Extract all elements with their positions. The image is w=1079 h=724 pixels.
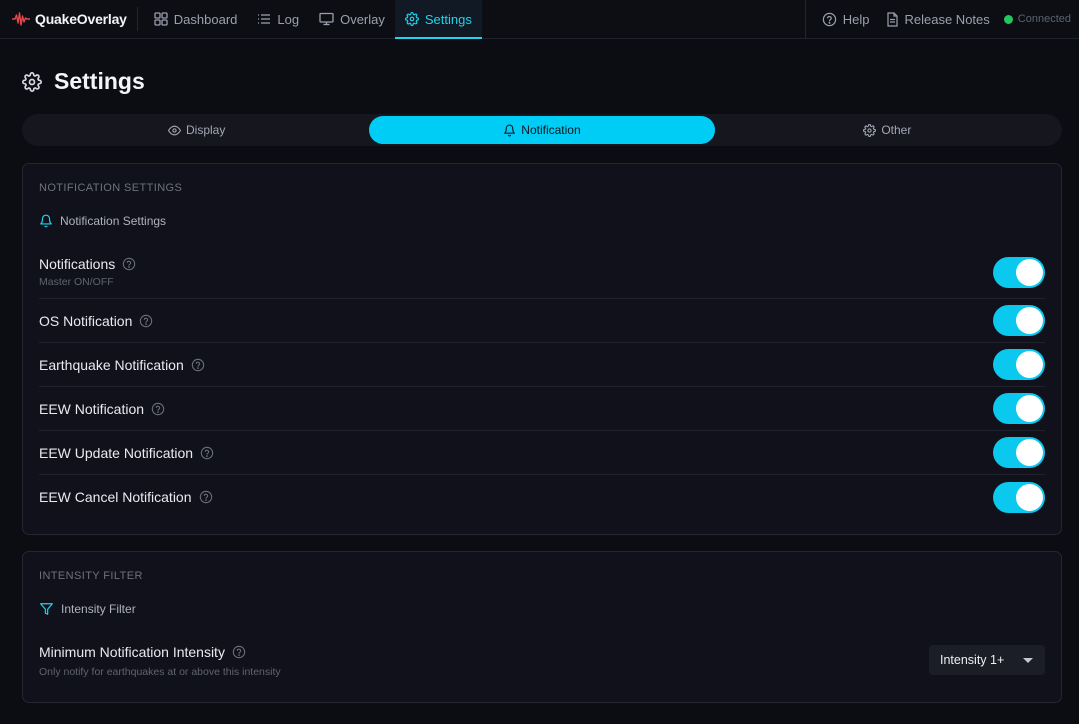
settings-tabs: Display Notification Other xyxy=(22,114,1062,146)
setting-title: Notifications xyxy=(39,256,116,272)
nav-overlay[interactable]: Overlay xyxy=(309,0,395,38)
gear-icon xyxy=(404,12,419,26)
setting-row-eew-notification: EEW Notification xyxy=(39,387,1045,431)
setting-subtitle: Master ON/OFF xyxy=(39,276,114,288)
top-bar: QuakeOverlay Dashboard Log Overlay Setti… xyxy=(0,0,1079,39)
notification-rows: Notifications Master ON/OFF OS Notificat… xyxy=(39,248,1045,519)
toggle-knob xyxy=(1016,259,1043,286)
section-label: NOTIFICATION SETTINGS xyxy=(39,182,183,194)
nav-settings-label: Settings xyxy=(424,11,472,27)
tab-display[interactable]: Display xyxy=(24,116,369,144)
setting-row-eew-update-notification: EEW Update Notification xyxy=(39,431,1045,475)
help-link[interactable]: Help xyxy=(806,0,878,38)
tab-other-label: Other xyxy=(881,123,912,137)
help-circle-icon[interactable] xyxy=(199,490,213,504)
setting-row-notifications: Notifications Master ON/OFF xyxy=(39,248,1045,299)
eye-icon xyxy=(167,124,181,137)
tab-notification[interactable]: Notification xyxy=(369,116,715,144)
section-heading-text: Intensity Filter xyxy=(61,602,136,616)
tab-other[interactable]: Other xyxy=(715,116,1060,144)
section-heading: Notification Settings xyxy=(39,214,166,228)
app-name: QuakeOverlay xyxy=(35,11,127,27)
divider xyxy=(136,7,138,31)
page-title: Settings xyxy=(54,68,145,94)
gear-icon xyxy=(22,71,42,92)
connection-status: Connected xyxy=(998,0,1079,38)
bell-icon xyxy=(39,214,53,228)
nav-overlay-label: Overlay xyxy=(340,11,385,27)
monitor-icon xyxy=(319,12,334,26)
nav-dashboard[interactable]: Dashboard xyxy=(144,0,248,38)
intensity-filter-card: INTENSITY FILTER Intensity Filter Minimu… xyxy=(22,551,1062,703)
nav-log-label: Log xyxy=(277,11,300,27)
help-circle-icon[interactable] xyxy=(122,257,136,271)
status-dot xyxy=(1003,14,1013,24)
seismic-wave-icon xyxy=(12,12,30,26)
nav-settings[interactable]: Settings xyxy=(394,0,482,39)
release-notes-link[interactable]: Release Notes xyxy=(878,0,998,38)
nav-log[interactable]: Log xyxy=(247,0,309,38)
setting-row-earthquake-notification: Earthquake Notification xyxy=(39,343,1045,387)
earthquake-notification-toggle[interactable] xyxy=(993,349,1045,380)
help-circle-icon[interactable] xyxy=(191,358,205,372)
help-circle-icon xyxy=(822,12,837,27)
tab-display-label: Display xyxy=(185,123,226,137)
help-label: Help xyxy=(842,11,870,27)
setting-row-eew-cancel-notification: EEW Cancel Notification xyxy=(39,475,1045,519)
tab-notification-label: Notification xyxy=(521,123,581,137)
setting-title: EEW Notification xyxy=(39,400,145,417)
eew-notification-toggle[interactable] xyxy=(993,393,1045,424)
toggle-knob xyxy=(1016,483,1043,511)
main-nav: Dashboard Log Overlay Settings xyxy=(144,0,482,39)
help-circle-icon[interactable] xyxy=(232,645,246,659)
help-circle-icon[interactable] xyxy=(151,402,165,416)
toggle-knob xyxy=(1016,351,1043,378)
setting-title: Minimum Notification Intensity xyxy=(39,644,225,660)
section-label: INTENSITY FILTER xyxy=(39,570,143,582)
help-circle-icon[interactable] xyxy=(200,446,214,460)
toggle-knob xyxy=(1016,439,1043,466)
toggle-knob xyxy=(1016,307,1043,334)
nav-dashboard-label: Dashboard xyxy=(173,11,238,27)
notifications-toggle[interactable] xyxy=(993,257,1045,288)
setting-subtitle: Only notify for earthquakes at or above … xyxy=(39,666,281,678)
intensity-select[interactable]: Intensity 1+ xyxy=(929,645,1045,675)
chevron-down-icon xyxy=(1023,657,1033,663)
gear-icon xyxy=(863,123,877,137)
setting-row-min-intensity: Minimum Notification Intensity Only noti… xyxy=(39,644,1045,678)
setting-title: EEW Update Notification xyxy=(39,444,194,461)
list-icon xyxy=(257,12,271,26)
setting-title: EEW Cancel Notification xyxy=(39,489,192,505)
setting-row-os-notification: OS Notification xyxy=(39,299,1045,343)
section-heading-text: Notification Settings xyxy=(60,214,167,228)
eew-cancel-notification-toggle[interactable] xyxy=(993,481,1045,513)
setting-title: OS Notification xyxy=(39,312,133,329)
help-circle-icon[interactable] xyxy=(139,314,153,328)
section-heading: Intensity Filter xyxy=(39,602,136,616)
bell-icon xyxy=(503,124,516,137)
release-notes-label: Release Notes xyxy=(904,11,990,27)
eew-update-notification-toggle[interactable] xyxy=(993,437,1045,468)
notification-settings-card: NOTIFICATION SETTINGS Notification Setti… xyxy=(22,163,1062,535)
topbar-right: Help Release Notes Connected xyxy=(804,0,1079,38)
status-text: Connected xyxy=(1017,13,1071,25)
page-header: Settings xyxy=(22,68,145,95)
select-value: Intensity 1+ xyxy=(940,653,1005,667)
dashboard-icon xyxy=(154,12,168,26)
filter-icon xyxy=(39,602,54,616)
brand: QuakeOverlay xyxy=(0,0,137,38)
os-notification-toggle[interactable] xyxy=(993,305,1045,336)
document-icon xyxy=(886,11,899,27)
setting-title: Earthquake Notification xyxy=(39,356,184,373)
toggle-knob xyxy=(1016,395,1043,422)
